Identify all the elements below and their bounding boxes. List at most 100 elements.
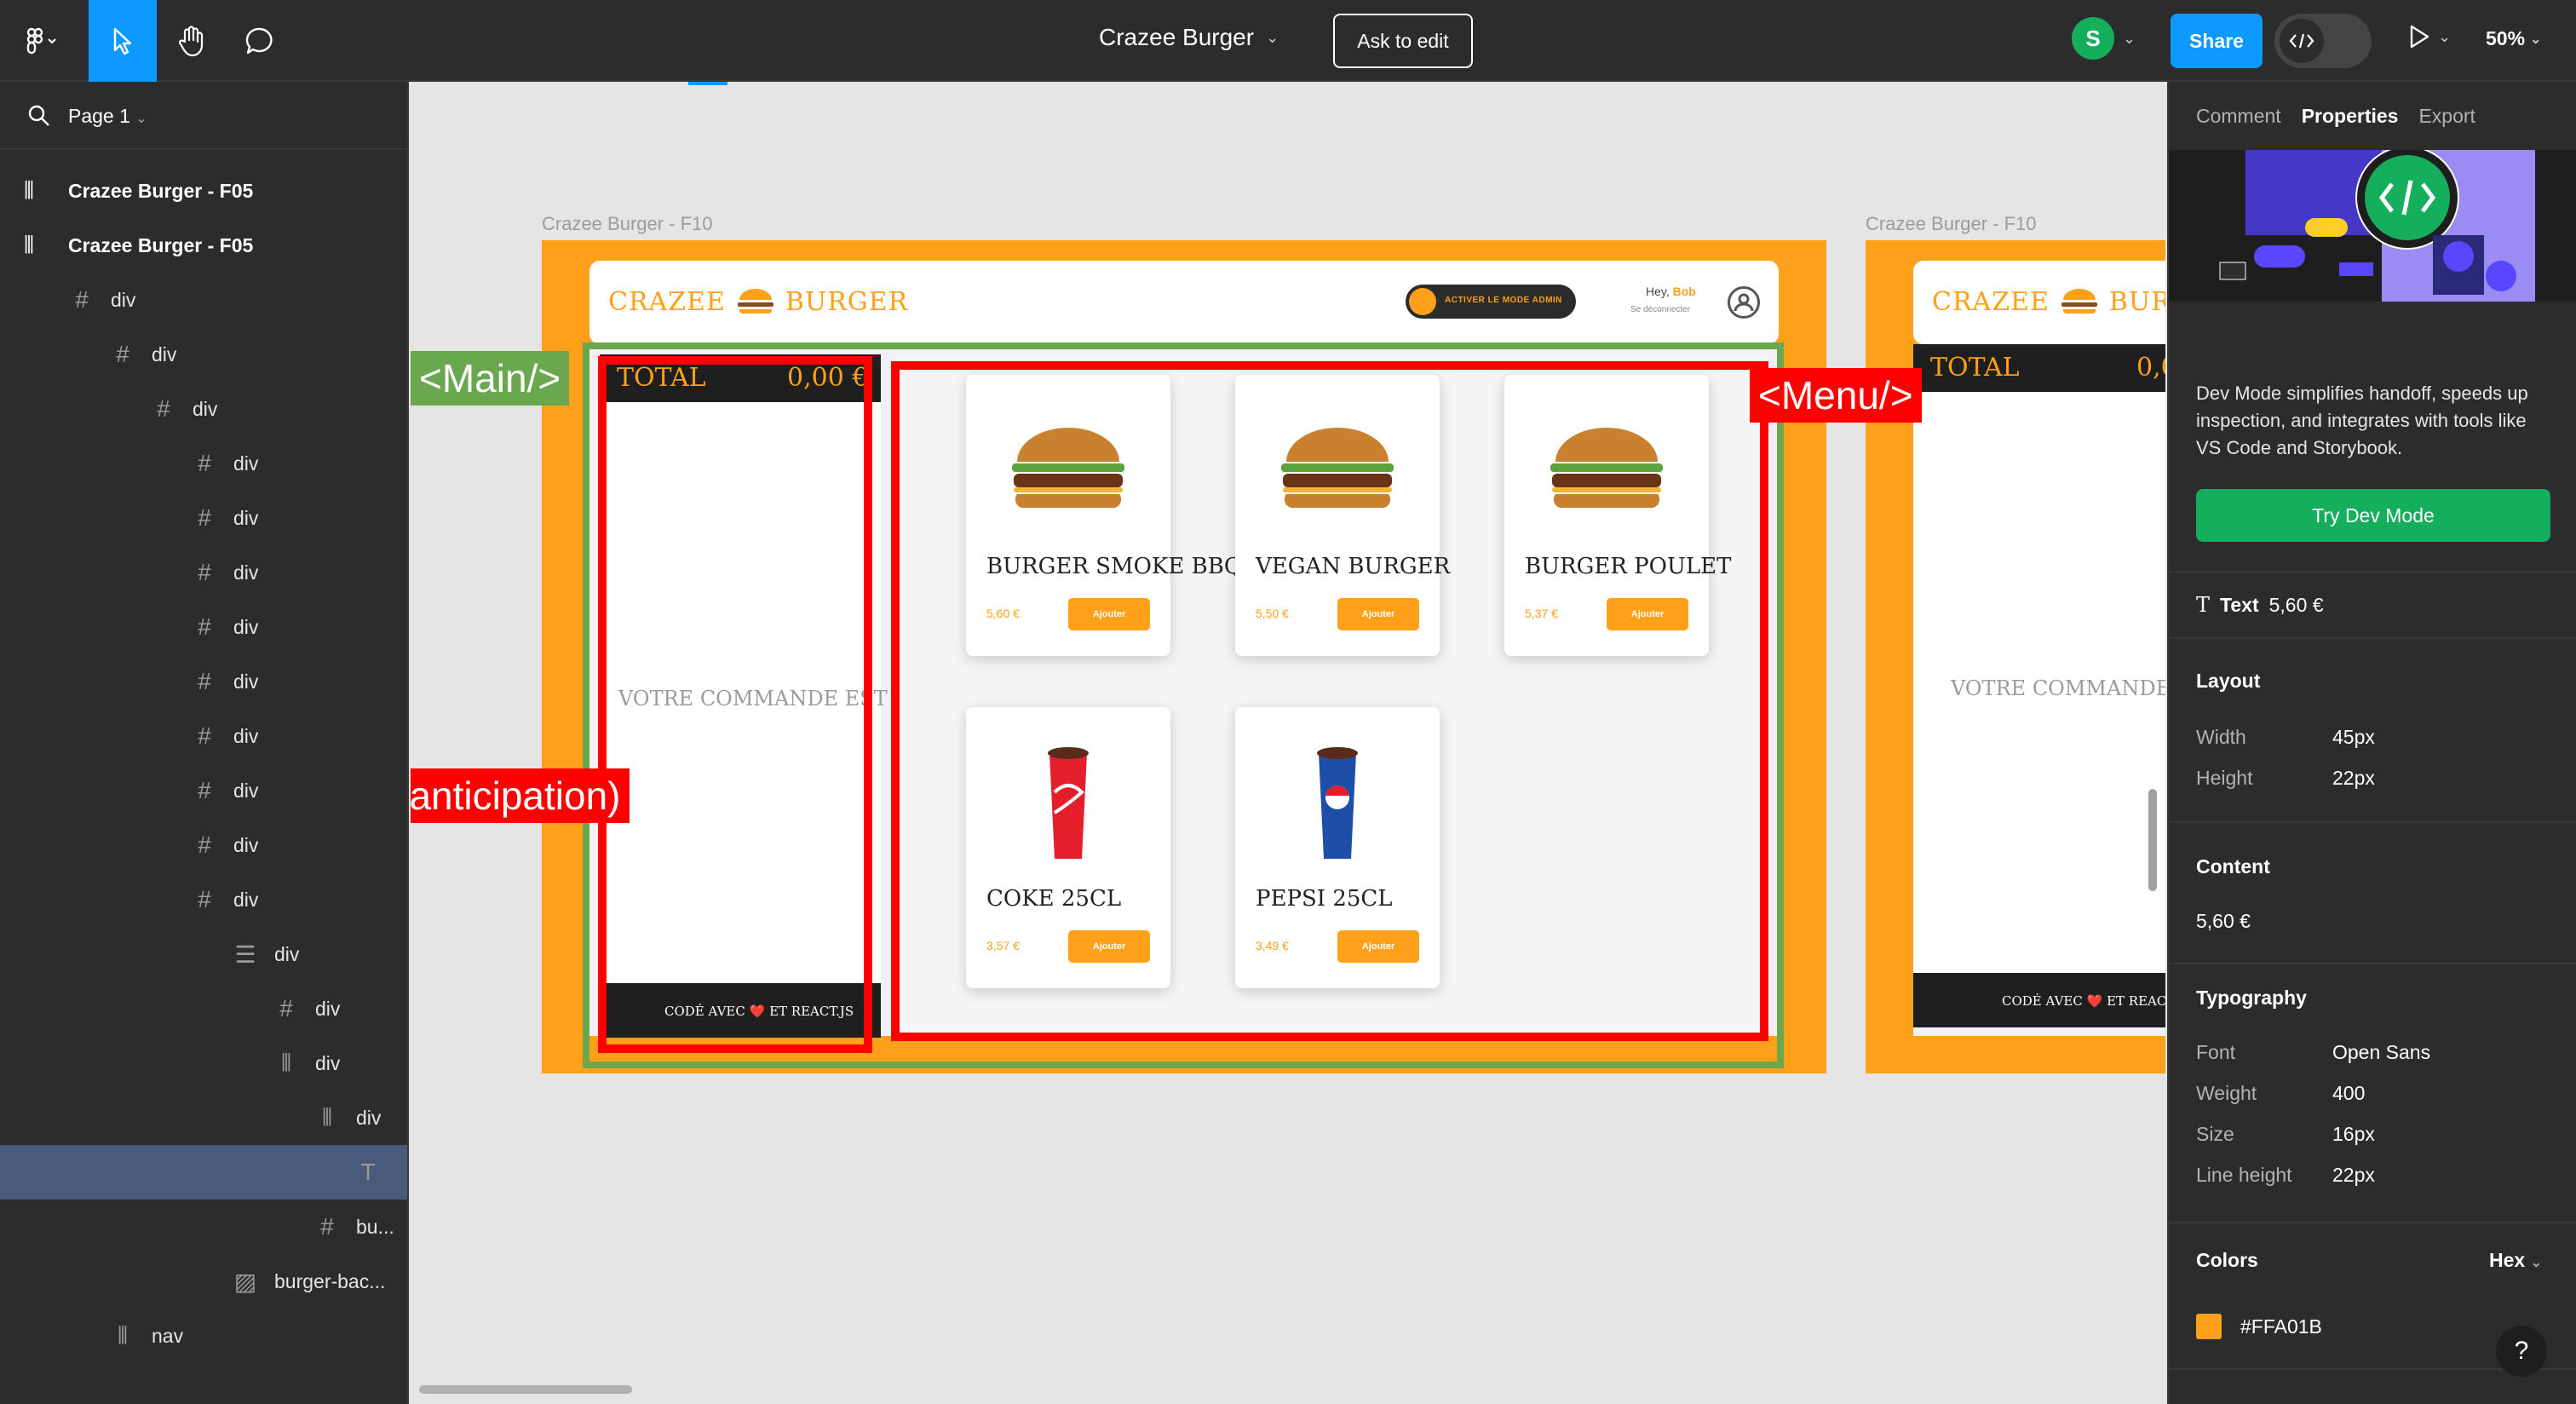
layer-row[interactable]: ⫴ div (0, 1090, 407, 1145)
logo: CRAZEE BURGER (1932, 286, 2165, 317)
zoom-menu[interactable]: 50% ⌄ (2486, 27, 2541, 50)
main-annotation-label: <Main/> (411, 351, 570, 406)
columns-icon: ⫴ (281, 1049, 291, 1076)
inspector-tabs: Comment Properties Export (2169, 82, 2576, 150)
dev-mode-toggle[interactable] (2274, 14, 2372, 68)
frame-label[interactable]: Crazee Burger - F10 (542, 213, 713, 235)
layer-name: div (233, 833, 259, 856)
layer-name: div (356, 1106, 382, 1129)
layer-row[interactable]: # div (0, 654, 407, 709)
layer-row[interactable]: # div (0, 273, 407, 327)
layer-row[interactable]: # div (0, 763, 407, 818)
try-dev-mode-button[interactable]: Try Dev Mode (2196, 489, 2550, 542)
file-title-dropdown[interactable]: Crazee Burger ⌄ (1099, 24, 1279, 51)
font-value: Open Sans (2332, 1041, 2431, 1063)
layer-row[interactable]: ☰ div (0, 927, 407, 981)
color-hex-value: #FFA01B (2240, 1315, 2322, 1338)
play-icon (2410, 25, 2429, 49)
hash-icon: # (75, 286, 89, 313)
horizontal-scrollbar[interactable] (419, 1385, 632, 1394)
present-button[interactable]: ⌄ (2407, 24, 2451, 49)
logout-link[interactable]: Se déconnecter (1630, 305, 1690, 314)
search-icon[interactable] (27, 104, 51, 128)
width-value: 45px (2332, 726, 2375, 748)
line-height-label: Line height (2196, 1164, 2292, 1186)
chevron-down-icon: ⌄ (135, 112, 147, 126)
collaborators-menu[interactable]: S ⌄ (2072, 17, 2136, 60)
share-button[interactable]: Share (2171, 14, 2263, 68)
layer-row[interactable]: # div (0, 709, 407, 763)
layer-name: div (233, 506, 259, 529)
tab-properties[interactable]: Properties (2302, 105, 2399, 128)
layer-row[interactable]: ⫴ nav (0, 1309, 407, 1363)
design-canvas[interactable]: Crazee Burger - F10 Crazee Burger - F10 … (411, 82, 2165, 1404)
layer-row[interactable]: # div (0, 872, 407, 927)
divider (2169, 821, 2576, 823)
layer-name: nav (152, 1324, 184, 1347)
page-selector[interactable]: Page 1 ⌄ (0, 82, 407, 150)
move-tool-button[interactable] (89, 0, 157, 82)
size-label: Size (2196, 1123, 2234, 1145)
layer-row[interactable]: ⫴ Crazee Burger - F05 (0, 164, 407, 218)
frame-label[interactable]: Crazee Burger - F10 (1866, 213, 2037, 235)
menu-annotation-label: <Menu/> (1750, 368, 1922, 423)
tab-export[interactable]: Export (2418, 105, 2475, 128)
layer-row[interactable]: # div (0, 818, 407, 872)
page-label: Page 1 ⌄ (68, 105, 147, 127)
frame-crazee-burger-2[interactable]: CRAZEE BURGER TOTAL 0,0 VOTRE COMMANDE E… (1866, 240, 2165, 1073)
file-title: Crazee Burger (1099, 24, 1255, 50)
layer-row[interactable]: # div (0, 981, 407, 1036)
layer-row[interactable]: # div (0, 436, 407, 491)
layer-name: div (233, 452, 259, 475)
cursor-arrow-icon (113, 27, 132, 55)
selected-layer-info: T Text 5,60 € (2196, 593, 2324, 617)
selection-indicator (688, 82, 727, 85)
colors-heading: Colors (2196, 1249, 2258, 1271)
layer-name: div (152, 342, 177, 365)
main-menu-button[interactable] (12, 0, 72, 82)
greeting: Hey, Bob (1646, 285, 1696, 298)
comment-tool-button[interactable] (230, 0, 290, 82)
layer-name: div (274, 942, 300, 965)
basket: TOTAL 0,0 VOTRE COMMANDE EST VIDE CODÉ A… (1913, 344, 2165, 1027)
color-format-dropdown[interactable]: Hex ⌄ (2489, 1249, 2542, 1272)
help-button[interactable]: ? (2496, 1326, 2547, 1377)
layer-name: bu... (356, 1215, 394, 1238)
code-brackets-icon (2280, 19, 2324, 63)
layer-row[interactable]: ⫴ div (0, 1036, 407, 1090)
admin-mode-toggle[interactable]: ACTIVER LE MODE ADMIN (1406, 285, 1576, 319)
layer-name: div (233, 561, 259, 584)
content-heading: Content (2196, 855, 2270, 878)
divider (2169, 571, 2576, 573)
color-swatch[interactable] (2196, 1314, 2222, 1339)
avatar: S (2072, 17, 2114, 60)
burger-logo-icon (737, 289, 773, 314)
toggle-knob (1409, 288, 1436, 315)
hash-icon: # (198, 668, 211, 694)
layer-row[interactable]: # div (0, 382, 407, 436)
chevron-down-icon: ⌄ (2123, 29, 2136, 47)
layer-row[interactable]: # div (0, 545, 407, 600)
height-value: 22px (2332, 767, 2375, 789)
main-area: TOTAL 0,0 VOTRE COMMANDE EST VIDE CODÉ A… (1913, 344, 2165, 1036)
layer-name: div (315, 997, 341, 1020)
layer-row[interactable]: ⫴ Crazee Burger - F05 (0, 218, 407, 273)
vertical-scrollbar[interactable] (2148, 789, 2157, 891)
hand-tool-button[interactable] (162, 0, 221, 82)
dev-mode-description: Dev Mode simplifies handoff, speeds up i… (2196, 383, 2528, 458)
tab-comment[interactable]: Comment (2196, 105, 2281, 128)
basket-annotation-outline (598, 356, 872, 1053)
width-label: Width (2196, 726, 2246, 748)
layer-row[interactable]: # bu... (0, 1200, 407, 1254)
weight-value: 400 (2332, 1082, 2366, 1104)
layer-row[interactable]: ▨ burger-bac... (0, 1254, 407, 1309)
layer-row[interactable]: T (0, 1145, 407, 1200)
ask-to-edit-button[interactable]: Ask to edit (1333, 14, 1473, 68)
layer-row[interactable]: # div (0, 491, 407, 545)
hash-icon: # (198, 777, 211, 803)
layer-row[interactable]: # div (0, 327, 407, 382)
font-label: Font (2196, 1041, 2236, 1063)
layer-row[interactable]: # div (0, 600, 407, 654)
divider (2169, 637, 2576, 639)
basket-empty-message: VOTRE COMMANDE EST VIDE (1951, 676, 2165, 700)
